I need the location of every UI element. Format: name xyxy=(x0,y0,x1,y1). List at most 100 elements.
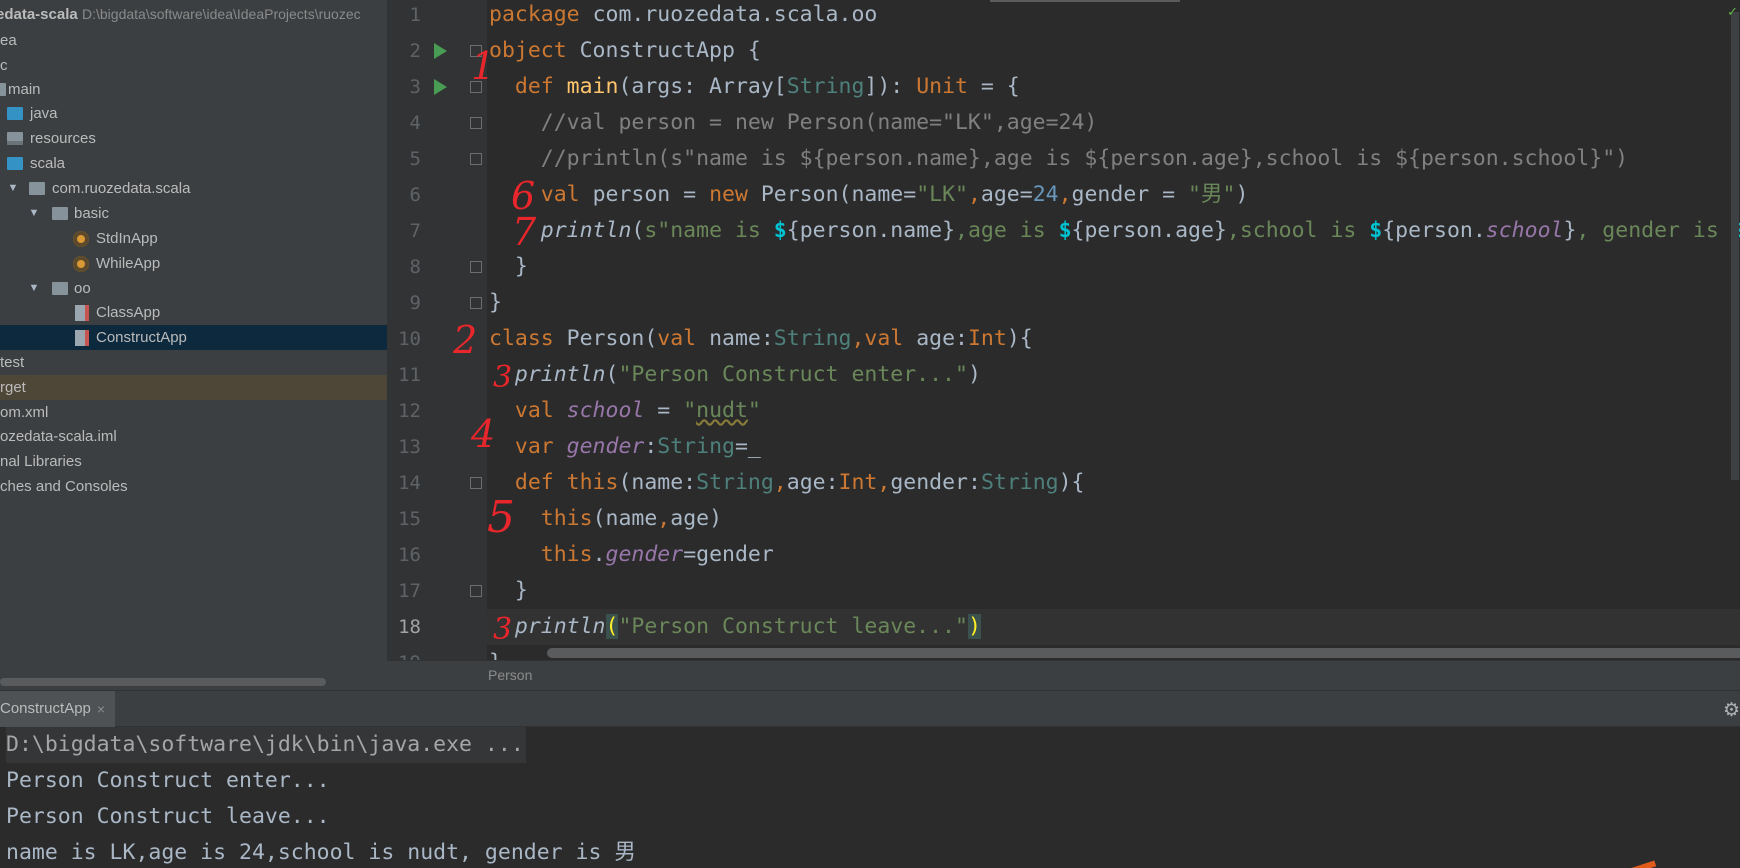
code-token: school xyxy=(1485,218,1564,243)
code-token: this xyxy=(566,470,619,495)
sidebar-horizontal-scrollbar[interactable] xyxy=(0,678,326,686)
tree-item-scratches[interactable]: ches and Consoles xyxy=(0,474,387,499)
package-icon xyxy=(29,182,45,195)
tree-item-label: ConstructApp xyxy=(96,329,187,346)
code-token: } xyxy=(489,254,528,279)
code-token: {person. xyxy=(1382,218,1486,243)
gear-icon[interactable]: ⚙ xyxy=(1723,699,1740,722)
tree-item-src[interactable]: c xyxy=(0,53,387,78)
tree-item-constructapp[interactable]: ConstructApp xyxy=(0,325,387,350)
code-line[interactable]: //val person = new Person(name="LK",age=… xyxy=(487,105,1740,141)
code-token: String xyxy=(786,74,865,99)
code-token: var xyxy=(489,434,567,459)
fold-marker-icon[interactable] xyxy=(470,585,482,597)
code-line[interactable]: println(s"name is ${person.name},age is … xyxy=(487,213,1740,249)
console-command-line[interactable]: D:\bigdata\software\jdk\bin\java.exe ... xyxy=(6,727,526,763)
code-line[interactable]: //println(s"name is ${person.name},age i… xyxy=(487,141,1740,177)
code-line[interactable]: object ConstructApp { xyxy=(487,33,1740,69)
editor-horizontal-scrollbar[interactable] xyxy=(547,648,1740,658)
code-line[interactable]: } xyxy=(487,285,1740,321)
line-number: 12 xyxy=(398,400,421,422)
code-line[interactable]: this(name,age) xyxy=(487,501,1740,537)
tree-item-pom[interactable]: om.xml xyxy=(0,400,387,425)
expand-arrow-icon[interactable]: ▼ xyxy=(27,201,41,226)
tree-item-package-root[interactable]: ▼ com.ruozedata.scala xyxy=(0,176,387,201)
code-token: ( xyxy=(605,362,619,387)
code-line[interactable]: def main(args: Array[String]): Unit = { xyxy=(487,69,1740,105)
code-token: "男" xyxy=(1188,182,1236,207)
code-token: age= xyxy=(980,182,1033,207)
code-line[interactable]: println("Person Construct enter...") xyxy=(487,357,1740,393)
tree-item-stdinapp[interactable]: StdInApp xyxy=(0,226,387,251)
code-token: String xyxy=(657,434,735,459)
expand-arrow-icon[interactable]: ▼ xyxy=(27,276,41,301)
fold-marker-icon[interactable] xyxy=(470,117,482,129)
code-line[interactable]: } xyxy=(487,249,1740,285)
tree-item-idea[interactable]: ea xyxy=(0,28,387,53)
fold-marker-icon[interactable] xyxy=(470,153,482,165)
editor-vertical-scrollbar[interactable] xyxy=(1731,12,1739,480)
inspection-ok-icon[interactable]: ✓ xyxy=(1727,4,1738,20)
code-line[interactable]: } xyxy=(487,573,1740,609)
tree-item-oo[interactable]: ▼ oo xyxy=(0,276,387,301)
code-token: def xyxy=(489,74,567,99)
code-line[interactable]: package com.ruozedata.scala.oo xyxy=(487,0,1740,33)
project-root-row[interactable]: edata-scala D:\bigdata\software\idea\Ide… xyxy=(0,2,387,27)
code-token: (args: Array[ xyxy=(618,74,787,99)
code-line[interactable]: println("Person Construct leave...") xyxy=(487,609,1740,645)
run-tab-constructapp[interactable]: ConstructApp × xyxy=(0,691,116,727)
code-token: "Person Construct leave..." xyxy=(618,614,968,639)
code-token: , xyxy=(657,506,671,531)
tree-item-external-libraries[interactable]: nal Libraries xyxy=(0,449,387,474)
editor-breadcrumb: Person xyxy=(387,660,1740,690)
project-tool-window: edata-scala D:\bigdata\software\idea\Ide… xyxy=(0,0,387,690)
tree-item-scala[interactable]: scala xyxy=(0,151,387,176)
code-token: package xyxy=(489,2,593,27)
run-gutter-icon[interactable] xyxy=(434,79,447,95)
tree-item-resources[interactable]: resources xyxy=(0,126,387,151)
run-gutter-icon[interactable] xyxy=(434,43,447,59)
tree-item-main[interactable]: main xyxy=(0,77,387,102)
expand-arrow-icon[interactable]: ▼ xyxy=(6,176,20,201)
code-token: String xyxy=(773,326,852,351)
tree-item-label: com.ruozedata.scala xyxy=(52,180,191,197)
tree-item-label: ozedata-scala.iml xyxy=(0,428,117,445)
code-line[interactable]: var gender:String=_ xyxy=(487,429,1740,465)
line-number: 10 xyxy=(398,328,421,350)
tree-item-test[interactable]: test xyxy=(0,350,387,375)
tree-item-classapp[interactable]: ClassApp xyxy=(0,300,387,325)
tree-item-whileapp[interactable]: WhileApp xyxy=(0,251,387,276)
code-token: s"name is xyxy=(644,218,774,243)
fold-marker-icon[interactable] xyxy=(470,477,482,489)
tree-item-target[interactable]: rget xyxy=(0,375,387,400)
package-icon xyxy=(52,207,68,220)
annotation-step: 3 xyxy=(493,360,513,395)
code-line[interactable]: class Person(val name:String,val age:Int… xyxy=(487,321,1740,357)
fold-marker-icon[interactable] xyxy=(470,297,482,309)
run-tab-label: ConstructApp xyxy=(0,700,91,717)
tree-item-iml[interactable]: ozedata-scala.iml xyxy=(0,424,387,449)
line-number: 18 xyxy=(398,616,421,638)
tree-item-label: main xyxy=(8,81,41,98)
code-editor[interactable]: 12345678910111213141516171819 package co… xyxy=(387,0,1740,690)
code-line[interactable]: def this(name:String,age:Int,gender:Stri… xyxy=(487,465,1740,501)
breadcrumb-item[interactable]: Person xyxy=(488,667,532,683)
code-line[interactable]: this.gender=gender xyxy=(487,537,1740,573)
code-line[interactable]: val person = new Person(name="LK",age=24… xyxy=(487,177,1740,213)
resources-folder-icon xyxy=(7,132,23,145)
code-token: class xyxy=(489,326,567,351)
line-number: 7 xyxy=(409,220,421,242)
code-token: main xyxy=(566,74,619,99)
tree-item-java[interactable]: java xyxy=(0,101,387,126)
code-area[interactable]: package com.ruozedata.scala.oo object Con… xyxy=(487,0,1740,675)
close-icon[interactable]: × xyxy=(97,691,105,727)
code-token: " xyxy=(683,398,697,423)
annotation-step: 7 xyxy=(512,210,537,254)
code-token: val xyxy=(489,182,593,207)
code-token: : xyxy=(644,434,658,459)
code-token: = { xyxy=(967,74,1020,99)
tree-item-basic[interactable]: ▼ basic xyxy=(0,201,387,226)
fold-marker-icon[interactable] xyxy=(470,261,482,273)
code-line[interactable]: val school = "nudt" xyxy=(487,393,1740,429)
code-token: Person( xyxy=(566,326,658,351)
